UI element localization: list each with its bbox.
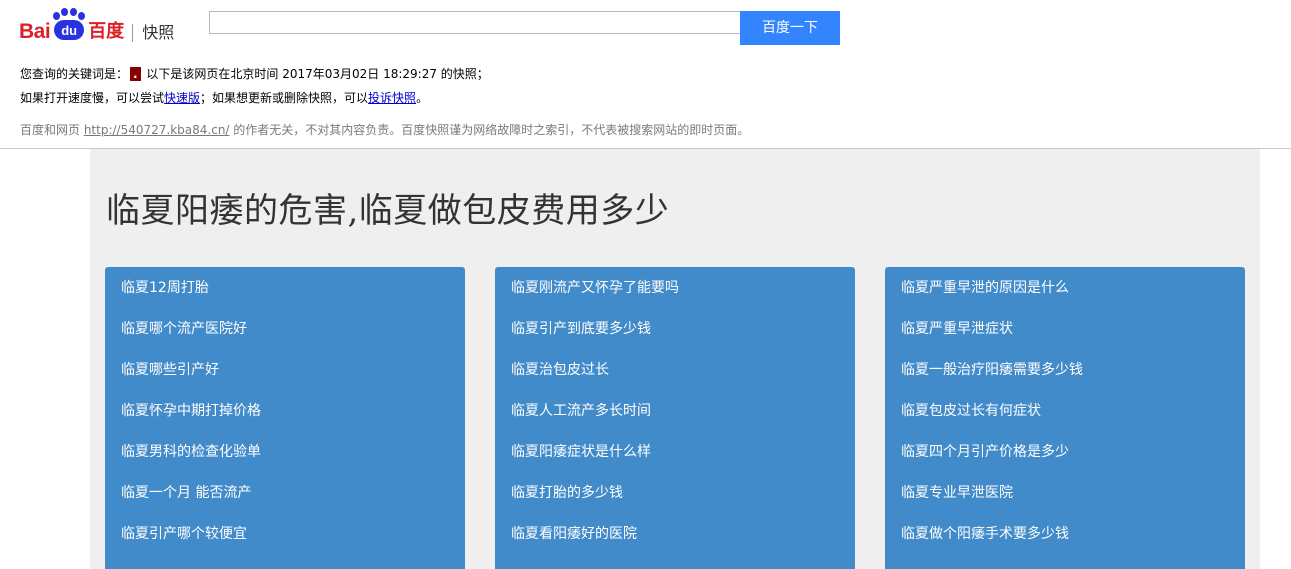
options-text-2: ；如果想更新或删除快照，可以 [200,91,369,105]
logo-baidu-cn: 百度 [88,21,125,42]
list-item[interactable]: 临夏人工流产多长时间 [511,402,651,420]
list-item[interactable]: 临夏严重早泄症状 [901,320,1013,338]
snapshot-options-line: 如果打开速度慢，可以尝试快速版；如果想更新或删除快照，可以投诉快照。 [20,89,428,106]
list-item[interactable]: 临夏四个月引产价格是多少 [901,443,1069,461]
list-item[interactable]: 临夏一般治疗阳痿需要多少钱 [901,361,1083,379]
list-item[interactable]: 临夏阳痿症状是什么样 [511,443,651,461]
list-item[interactable]: 临夏哪些引产好 [121,361,219,379]
search-button[interactable]: 百度一下 [740,11,840,45]
list-item[interactable]: 临夏打胎的多少钱 [511,484,623,502]
list-item[interactable]: 临夏包皮过长有何症状 [901,402,1041,420]
search-input[interactable] [209,11,740,34]
baidu-logo[interactable]: Bai du 百度 快照 [19,6,174,42]
list-item[interactable]: 临夏哪个流产医院好 [121,320,247,338]
list-item[interactable]: 临夏看阳痿好的医院 [511,525,637,543]
list-item[interactable]: 临夏严重早泄的原因是什么 [901,279,1069,297]
options-text-3: 。 [416,91,429,105]
logo-du-text: du [54,20,85,40]
keyword-highlight: . [130,67,141,81]
logo-snapshot-label: 快照 [142,23,175,42]
link-column-3: 临夏严重早泄的原因是什么 临夏严重早泄症状 临夏一般治疗阳痿需要多少钱 临夏包皮… [885,267,1245,569]
snapshot-time-text: 以下是该网页在北京时间 2017年03月02日 18:29:27 的快照； [142,67,489,81]
list-item[interactable]: 临夏做个阳痿手术要多少钱 [901,525,1069,543]
source-url-link[interactable]: http://540727.kba84.cn/ [84,123,230,137]
list-item[interactable]: 临夏引产到底要多少钱 [511,320,651,338]
snapshot-info-line: 您查询的关键词是：. 以下是该网页在北京时间 2017年03月02日 18:29… [20,65,489,82]
list-item[interactable]: 临夏怀孕中期打掉价格 [121,402,261,420]
options-text-1: 如果打开速度慢，可以尝试 [20,91,165,105]
list-item[interactable]: 临夏刚流产又怀孕了能要吗 [511,279,679,297]
snapshot-header: Bai du 百度 快照 百度一下 您查询的关键词是：. 以下是该网页在北京时间… [0,0,1291,149]
disclaimer-line: 百度和网页 http://540727.kba84.cn/ 的作者无关，不对其内… [20,121,749,138]
fast-version-link[interactable]: 快速版 [164,91,200,105]
logo-bai-text: Bai [19,20,51,43]
paw-icon: du [51,8,87,42]
disclaimer-suffix: 的作者无关，不对其内容负责。百度快照谨为网络故障时之索引，不代表被搜索网站的即时… [229,123,750,137]
logo-divider [132,24,134,42]
complain-snapshot-link[interactable]: 投诉快照 [368,91,416,105]
keyword-prefix: 您查询的关键词是： [20,67,129,81]
disclaimer-prefix: 百度和网页 [20,123,84,137]
list-item[interactable]: 临夏引产哪个较便宜 [121,525,247,543]
list-item[interactable]: 临夏治包皮过长 [511,361,609,379]
list-item[interactable]: 临夏男科的检查化验单 [121,443,261,461]
link-column-2: 临夏刚流产又怀孕了能要吗 临夏引产到底要多少钱 临夏治包皮过长 临夏人工流产多长… [495,267,855,569]
cached-page-content: 临夏阳痿的危害,临夏做包皮费用多少 临夏12周打胎 临夏哪个流产医院好 临夏哪些… [90,149,1260,569]
list-item[interactable]: 临夏12周打胎 [121,279,209,297]
link-column-1: 临夏12周打胎 临夏哪个流产医院好 临夏哪些引产好 临夏怀孕中期打掉价格 临夏男… [105,267,465,569]
list-item[interactable]: 临夏一个月 能否流产 [121,484,251,502]
page-title: 临夏阳痿的危害,临夏做包皮费用多少 [106,191,670,231]
list-item[interactable]: 临夏专业早泄医院 [901,484,1013,502]
